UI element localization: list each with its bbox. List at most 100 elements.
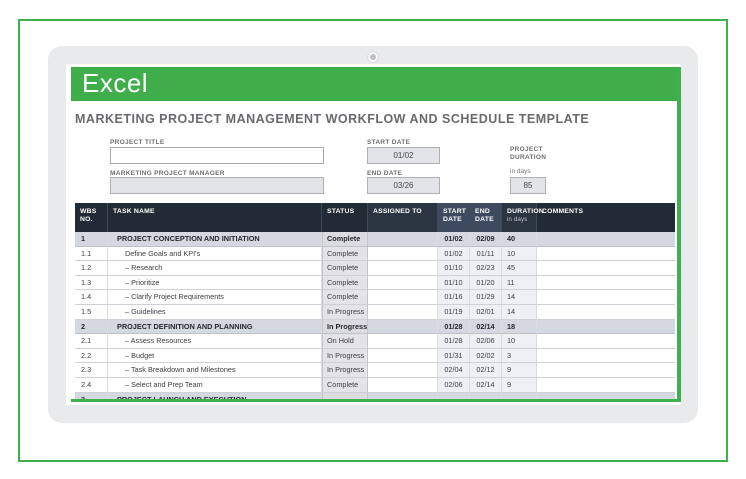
table-body: 1PROJECT CONCEPTION AND INITIATIONComple… (75, 232, 675, 399)
table-header-row: WBSNO. TASK NAME STATUS ASSIGNED TO STAR… (75, 203, 675, 232)
cell-task-name: – Budget (108, 349, 322, 364)
cell-status: In Progress (322, 320, 368, 335)
cell-end-date: 02/14 (470, 320, 502, 335)
table-row-task: 2.1– Assess ResourcesOn Hold01/2802/0610 (75, 334, 675, 349)
cell-start-date: 01/10 (438, 276, 470, 291)
cell-comments (537, 378, 675, 393)
cell-start-date: 02/06 (438, 378, 470, 393)
cell-wbs-no: 3 (75, 393, 108, 399)
cell-start-date: 02/04 (438, 363, 470, 378)
cell-assigned-to (368, 378, 438, 393)
table-row-task: 1.3– PrioritizeComplete01/1001/2011 (75, 276, 675, 291)
excel-header-bar: Excel (71, 67, 677, 101)
cell-duration (502, 393, 537, 399)
cell-comments (537, 305, 675, 320)
cell-assigned-to (368, 232, 438, 247)
cell-task-name: Define Goals and KPI's (108, 247, 322, 262)
template-sheet: Excel MARKETING PROJECT MANAGEMENT WORKF… (71, 67, 681, 402)
col-header-duration: DURATIONin days (502, 203, 537, 232)
cell-wbs-no: 1.3 (75, 276, 108, 291)
cell-wbs-no: 1.5 (75, 305, 108, 320)
cell-wbs-no: 1.1 (75, 247, 108, 262)
cell-comments (537, 232, 675, 247)
cell-status: On Hold (322, 334, 368, 349)
cell-duration: 14 (502, 305, 537, 320)
cell-wbs-no: 2 (75, 320, 108, 335)
cell-end-date: 02/01 (470, 305, 502, 320)
project-duration-input[interactable]: 85 (510, 177, 546, 194)
cell-assigned-to (368, 349, 438, 364)
page-title: MARKETING PROJECT MANAGEMENT WORKFLOW AN… (75, 112, 589, 126)
cell-status: Complete (322, 261, 368, 276)
cell-task-name: – Select and Prep Team (108, 378, 322, 393)
cell-comments (537, 261, 675, 276)
cell-wbs-no: 1.2 (75, 261, 108, 276)
project-manager-input[interactable] (110, 177, 324, 194)
project-manager-label: MARKETING PROJECT MANAGER (110, 170, 225, 177)
camera-icon (367, 51, 379, 63)
cell-task-name: PROJECT CONCEPTION AND INITIATION (108, 232, 322, 247)
cell-task-name: – Task Breakdown and Milestones (108, 363, 322, 378)
cell-duration: 9 (502, 378, 537, 393)
cell-start-date: 01/02 (438, 247, 470, 262)
cell-duration: 10 (502, 334, 537, 349)
cell-assigned-to (368, 305, 438, 320)
excel-logo: Excel (71, 67, 148, 100)
duration-unit-label: in days (510, 168, 531, 175)
cell-status: Complete (322, 290, 368, 305)
project-title-input[interactable] (110, 147, 324, 164)
cell-wbs-no: 1 (75, 232, 108, 247)
cell-start-date: 01/02 (438, 232, 470, 247)
cell-end-date (470, 393, 502, 399)
cell-duration: 45 (502, 261, 537, 276)
cell-end-date: 02/23 (470, 261, 502, 276)
table-row-task: 1.2– ResearchComplete01/1002/2345 (75, 261, 675, 276)
cell-start-date: 01/28 (438, 320, 470, 335)
cell-duration: 14 (502, 290, 537, 305)
cell-assigned-to (368, 276, 438, 291)
cell-task-name: – Clarify Project Requirements (108, 290, 322, 305)
table-row-task: 2.2– BudgetIn Progress01/3102/023 (75, 349, 675, 364)
thumbnail-canvas: Excel MARKETING PROJECT MANAGEMENT WORKF… (0, 0, 746, 479)
col-header-task-name: TASK NAME (108, 203, 322, 232)
table-row-section: 3PROJECT LAUNCH AND EXECUTION (75, 393, 675, 399)
cell-comments (537, 320, 675, 335)
cell-wbs-no: 1.4 (75, 290, 108, 305)
cell-end-date: 02/12 (470, 363, 502, 378)
col-header-assigned-to: ASSIGNED TO (368, 203, 438, 232)
cell-end-date: 02/09 (470, 232, 502, 247)
cell-duration: 11 (502, 276, 537, 291)
schedule-table: WBSNO. TASK NAME STATUS ASSIGNED TO STAR… (75, 203, 675, 399)
cell-status: In Progress (322, 363, 368, 378)
cell-comments (537, 276, 675, 291)
cell-start-date: 01/28 (438, 334, 470, 349)
cell-end-date: 02/02 (470, 349, 502, 364)
cell-status: Complete (322, 232, 368, 247)
cell-duration: 10 (502, 247, 537, 262)
cell-comments (537, 290, 675, 305)
cell-start-date: 01/16 (438, 290, 470, 305)
cell-duration: 9 (502, 363, 537, 378)
cell-assigned-to (368, 393, 438, 399)
cell-assigned-to (368, 261, 438, 276)
cell-wbs-no: 2.4 (75, 378, 108, 393)
start-date-input[interactable]: 01/02 (367, 147, 440, 164)
end-date-input[interactable]: 03/26 (367, 177, 440, 194)
cell-end-date: 01/29 (470, 290, 502, 305)
cell-status: Complete (322, 276, 368, 291)
cell-task-name: – Prioritize (108, 276, 322, 291)
col-header-comments: COMMENTS (537, 203, 675, 232)
table-row-section: 2PROJECT DEFINITION AND PLANNINGIn Progr… (75, 320, 675, 335)
cell-start-date (438, 393, 470, 399)
cell-duration: 40 (502, 232, 537, 247)
cell-assigned-to (368, 334, 438, 349)
cell-duration: 3 (502, 349, 537, 364)
cell-assigned-to (368, 290, 438, 305)
start-date-label: START DATE (367, 139, 410, 146)
cell-comments (537, 363, 675, 378)
cell-duration: 18 (502, 320, 537, 335)
col-header-end-date: ENDDATE (470, 203, 502, 232)
cell-status: Complete (322, 247, 368, 262)
cell-comments (537, 393, 675, 399)
cell-task-name: PROJECT DEFINITION AND PLANNING (108, 320, 322, 335)
